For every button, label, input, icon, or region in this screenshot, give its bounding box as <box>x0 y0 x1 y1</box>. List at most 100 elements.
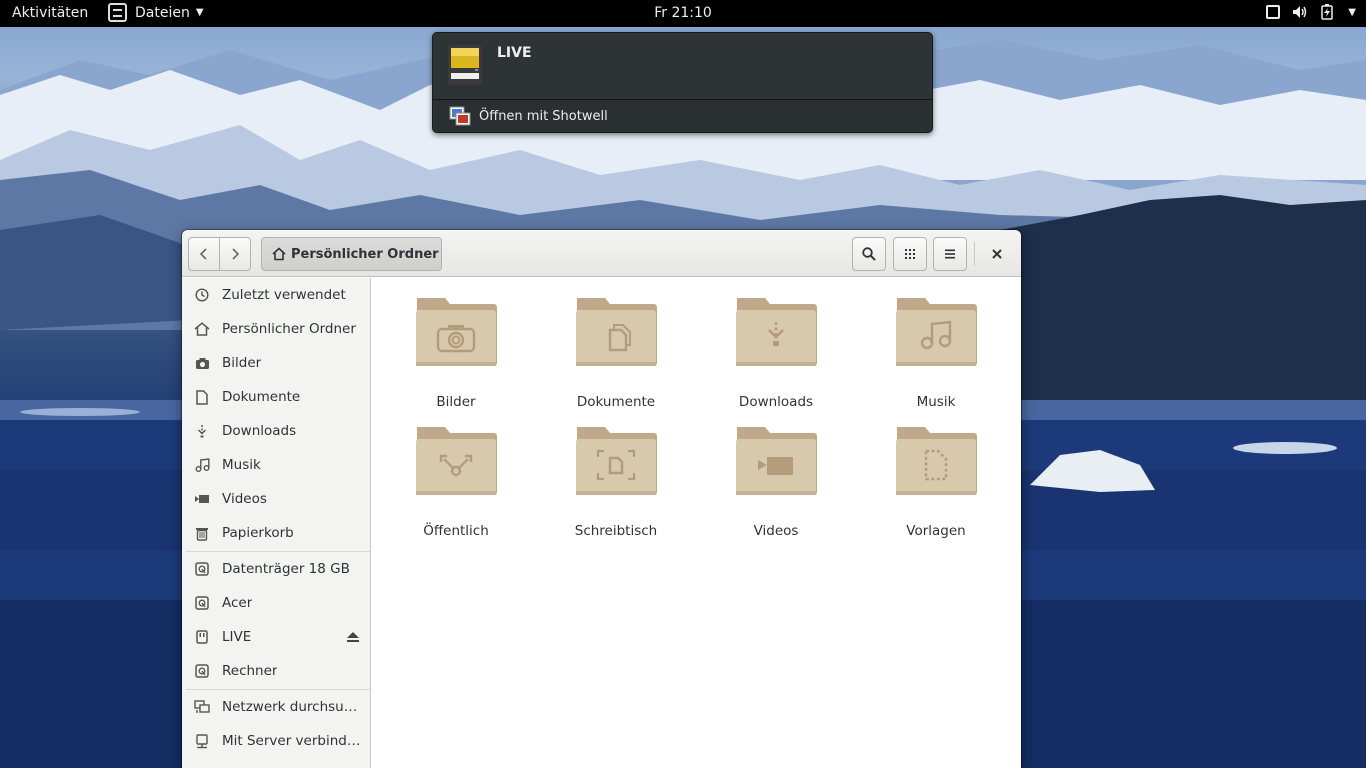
home-icon <box>272 247 286 261</box>
window-icon <box>1266 5 1281 19</box>
sidebar-item-label: Datenträger 18 GB <box>222 561 350 577</box>
app-menu[interactable]: Dateien ▼ <box>108 3 204 22</box>
folder-icon <box>576 298 657 366</box>
folder-view: Bilder Dokumente Downloads Musik Öffentl… <box>371 278 1021 768</box>
header-bar: Persönlicher Ordner <box>182 230 1021 277</box>
sidebar-item-music[interactable]: Musik <box>182 448 370 482</box>
sidebar-item-label: Papierkorb <box>222 525 294 541</box>
folder-label: Musik <box>916 394 956 410</box>
folder-icon <box>576 427 657 495</box>
folder-icon <box>896 298 977 366</box>
sidebar-item-home[interactable]: Persönlicher Ordner <box>182 312 370 346</box>
folder-item[interactable]: Downloads <box>701 296 851 416</box>
caret-down-icon: ▼ <box>195 7 204 18</box>
forward-button[interactable] <box>219 237 251 271</box>
folder-label: Schreibtisch <box>574 523 658 539</box>
folder-item[interactable]: Bilder <box>381 296 531 416</box>
sidebar-item-label: LIVE <box>222 629 252 645</box>
search-icon <box>862 247 876 261</box>
system-status-area[interactable]: ▼ <box>1266 4 1356 20</box>
chevron-left-icon <box>199 248 207 260</box>
drive-icon <box>194 595 210 611</box>
drive-icon <box>194 561 210 577</box>
sidebar-item-acer[interactable]: Acer <box>182 586 370 620</box>
folder-label: Vorlagen <box>906 523 966 539</box>
menu-button[interactable] <box>933 237 967 271</box>
shotwell-icon <box>449 106 471 126</box>
sidebar-item-label: Zuletzt verwendet <box>222 287 346 303</box>
battery-icon <box>1320 4 1336 20</box>
back-button[interactable] <box>188 237 220 271</box>
files-window: Persönlicher Ordner Zuletzt verwendet Pe… <box>182 230 1021 768</box>
sidebar-item-disk[interactable]: Datenträger 18 GB <box>182 552 370 586</box>
sidebar-item-label: Acer <box>222 595 253 611</box>
path-bar-home-button[interactable]: Persönlicher Ordner <box>261 237 442 271</box>
folder-item[interactable]: Videos <box>701 425 851 545</box>
open-with-shotwell-button[interactable]: Öffnen mit Shotwell <box>434 100 931 132</box>
sidebar-item-recent[interactable]: Zuletzt verwendet <box>182 278 370 312</box>
notification[interactable]: LIVE Öffnen mit Shotwell <box>432 32 933 133</box>
home-icon <box>194 321 210 337</box>
trash-icon <box>194 525 210 541</box>
folder-label: Bilder <box>436 394 476 410</box>
sidebar-item-connect-server[interactable]: Mit Server verbinden <box>182 724 370 758</box>
caret-down-icon: ▼ <box>1348 6 1356 18</box>
close-icon <box>992 249 1002 259</box>
folder-label: Öffentlich <box>423 523 489 539</box>
sidebar-item-live[interactable]: LIVE <box>182 620 370 654</box>
folder-label: Videos <box>753 523 799 539</box>
clock[interactable]: Fr 21:10 <box>654 5 712 21</box>
folder-item[interactable]: Musik <box>861 296 1011 416</box>
action-label: Öffnen mit Shotwell <box>479 108 608 124</box>
files-app-icon <box>108 3 127 22</box>
camera-icon <box>194 355 210 371</box>
folder-item[interactable]: Schreibtisch <box>541 425 691 545</box>
drive-icon <box>194 663 210 679</box>
sidebar-item-label: Mit Server verbinden <box>222 733 362 749</box>
sidebar-item-computer[interactable]: Rechner <box>182 654 370 688</box>
sidebar-item-label: Rechner <box>222 663 278 679</box>
app-menu-label: Dateien <box>135 4 190 21</box>
folder-item[interactable]: Öffentlich <box>381 425 531 545</box>
sidebar-item-label: Dokumente <box>222 389 301 405</box>
video-icon <box>194 491 210 507</box>
eject-icon[interactable] <box>346 630 360 644</box>
folder-item[interactable]: Vorlagen <box>861 425 1011 545</box>
folder-icon <box>736 427 817 495</box>
close-button[interactable] <box>982 237 1012 271</box>
folder-icon <box>736 298 817 366</box>
sidebar-item-downloads[interactable]: Downloads <box>182 414 370 448</box>
sidebar-item-documents[interactable]: Dokumente <box>182 380 370 414</box>
download-icon <box>194 423 210 439</box>
folder-label: Dokumente <box>576 394 656 410</box>
server-icon <box>194 733 210 749</box>
network-icon <box>194 699 210 715</box>
notification-title: LIVE <box>497 45 532 61</box>
grid-icon <box>905 249 915 259</box>
activities-button[interactable]: Aktivitäten <box>12 5 88 21</box>
path-label: Persönlicher Ordner <box>291 246 439 262</box>
document-icon <box>194 389 210 405</box>
volume-icon <box>1292 4 1308 20</box>
sidebar-item-pictures[interactable]: Bilder <box>182 346 370 380</box>
clock-icon <box>194 287 210 303</box>
sidebar: Zuletzt verwendet Persönlicher Ordner Bi… <box>182 278 371 768</box>
sidebar-item-label: Netzwerk durchsuc… <box>222 699 362 715</box>
hamburger-icon <box>945 249 955 259</box>
separator <box>974 242 975 266</box>
top-bar: Aktivitäten Dateien ▼ Fr 21:10 ▼ <box>0 0 1366 27</box>
usb-drive-icon <box>447 43 483 87</box>
folder-icon <box>416 427 497 495</box>
music-icon <box>194 457 210 473</box>
sidebar-item-label: Persönlicher Ordner <box>222 321 356 337</box>
sidebar-item-browse-network[interactable]: Netzwerk durchsuc… <box>182 690 370 724</box>
view-toggle-button[interactable] <box>893 237 927 271</box>
sidebar-item-label: Videos <box>222 491 267 507</box>
folder-icon <box>416 298 497 366</box>
sidebar-item-videos[interactable]: Videos <box>182 482 370 516</box>
folder-item[interactable]: Dokumente <box>541 296 691 416</box>
folder-label: Downloads <box>738 394 814 410</box>
folder-icon <box>896 427 977 495</box>
search-button[interactable] <box>852 237 886 271</box>
sidebar-item-trash[interactable]: Papierkorb <box>182 516 370 550</box>
